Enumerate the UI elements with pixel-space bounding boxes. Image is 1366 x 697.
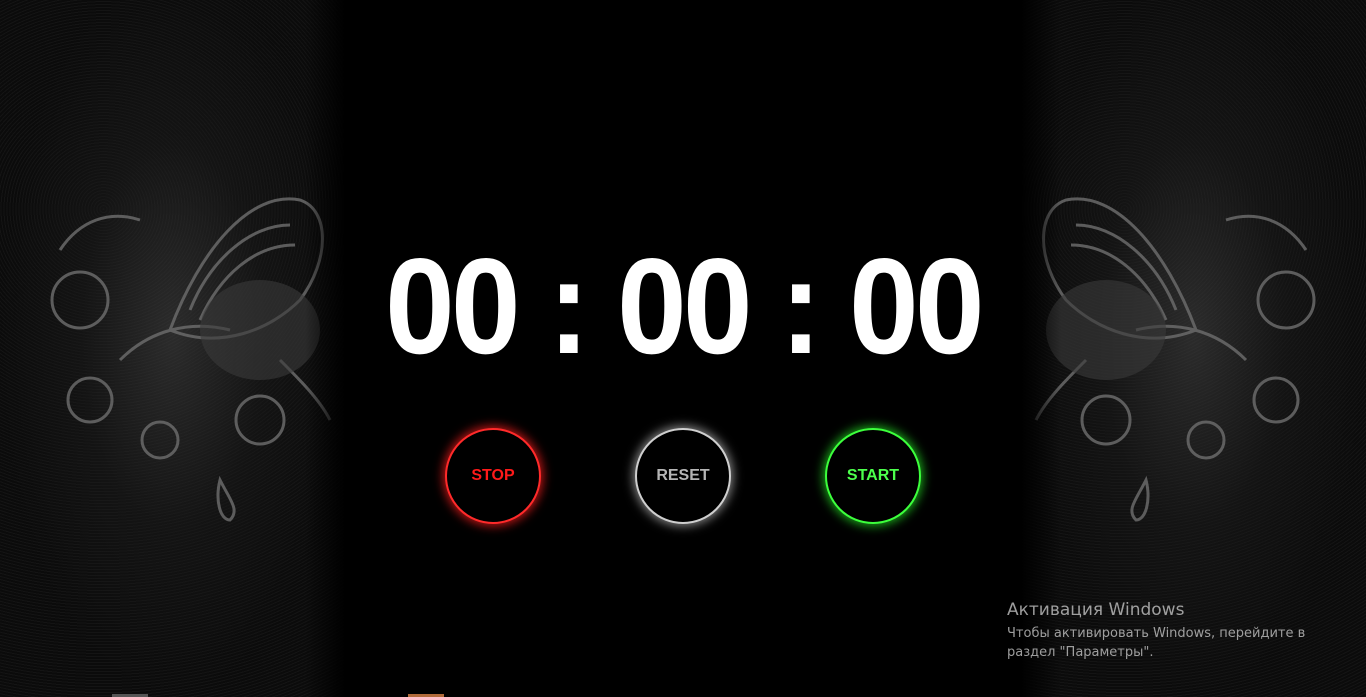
activation-title: Активация Windows — [1007, 600, 1185, 620]
stopwatch-page: 00 : 00 : 00 STOP RESET START Активация … — [0, 0, 1366, 697]
reset-button[interactable]: RESET — [635, 428, 731, 524]
start-button-label: START — [846, 467, 900, 484]
timer-seconds: 00 — [849, 230, 985, 382]
timer-separator: : — [780, 230, 822, 382]
timer-hours: 00 — [385, 230, 521, 382]
timer-minutes: 00 — [617, 230, 753, 382]
stop-button[interactable]: STOP — [445, 428, 541, 524]
start-button[interactable]: START — [825, 428, 921, 524]
reset-button-label: RESET — [656, 467, 710, 484]
stop-button-label: STOP — [471, 467, 515, 484]
timer-display: 00 : 00 : 00 — [55, 236, 1312, 376]
windows-activation-watermark: Активация Windows Чтобы активировать Win… — [1007, 600, 1327, 662]
timer-separator: : — [548, 230, 590, 382]
activation-description: Чтобы активировать Windows, перейдите в … — [1007, 626, 1306, 660]
